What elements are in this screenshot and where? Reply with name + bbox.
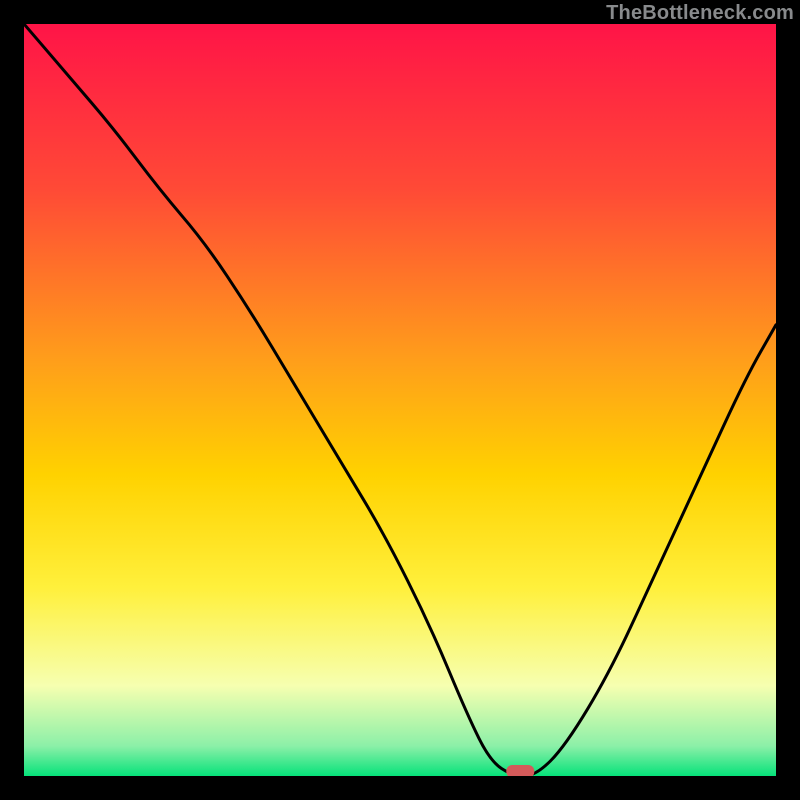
attribution-label: TheBottleneck.com [606, 2, 794, 25]
gradient-background [24, 24, 776, 776]
bottleneck-curve-chart [24, 24, 776, 776]
chart-container: TheBottleneck.com [0, 0, 800, 800]
plot-area [24, 24, 776, 776]
optimal-marker [506, 765, 534, 776]
